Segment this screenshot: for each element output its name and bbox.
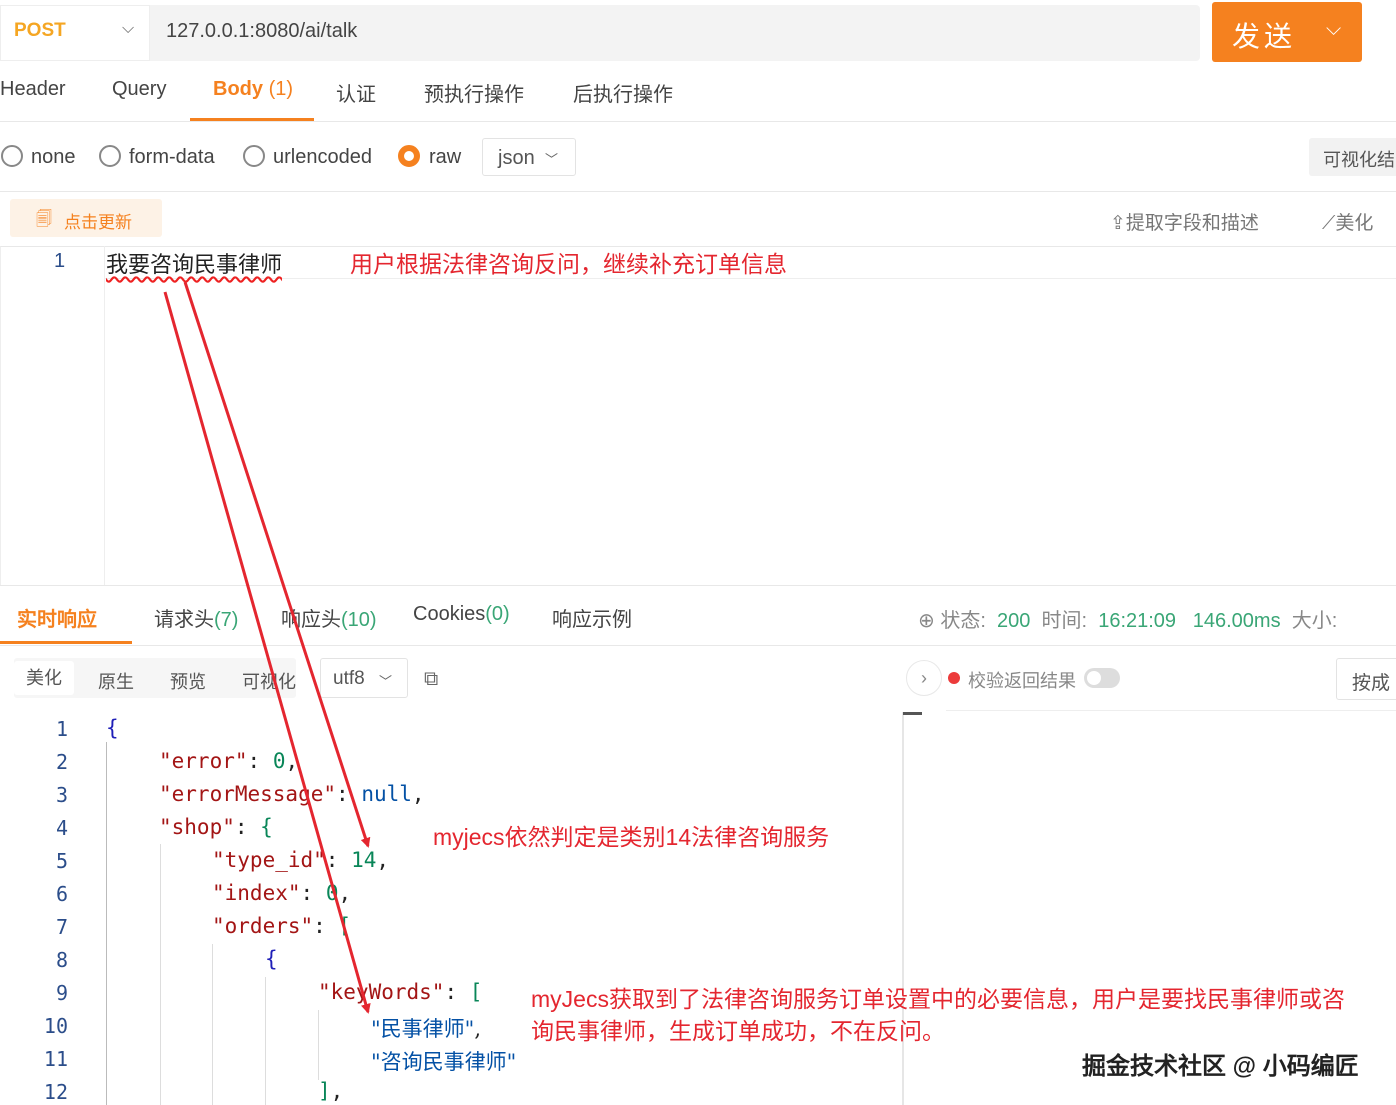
annotation-arrows — [163, 281, 371, 1014]
annotation-arrow — [163, 291, 371, 1014]
watermark: 掘金技术社区 @ 小码编匠 — [1082, 1053, 1359, 1080]
annotation-arrow — [183, 281, 371, 848]
